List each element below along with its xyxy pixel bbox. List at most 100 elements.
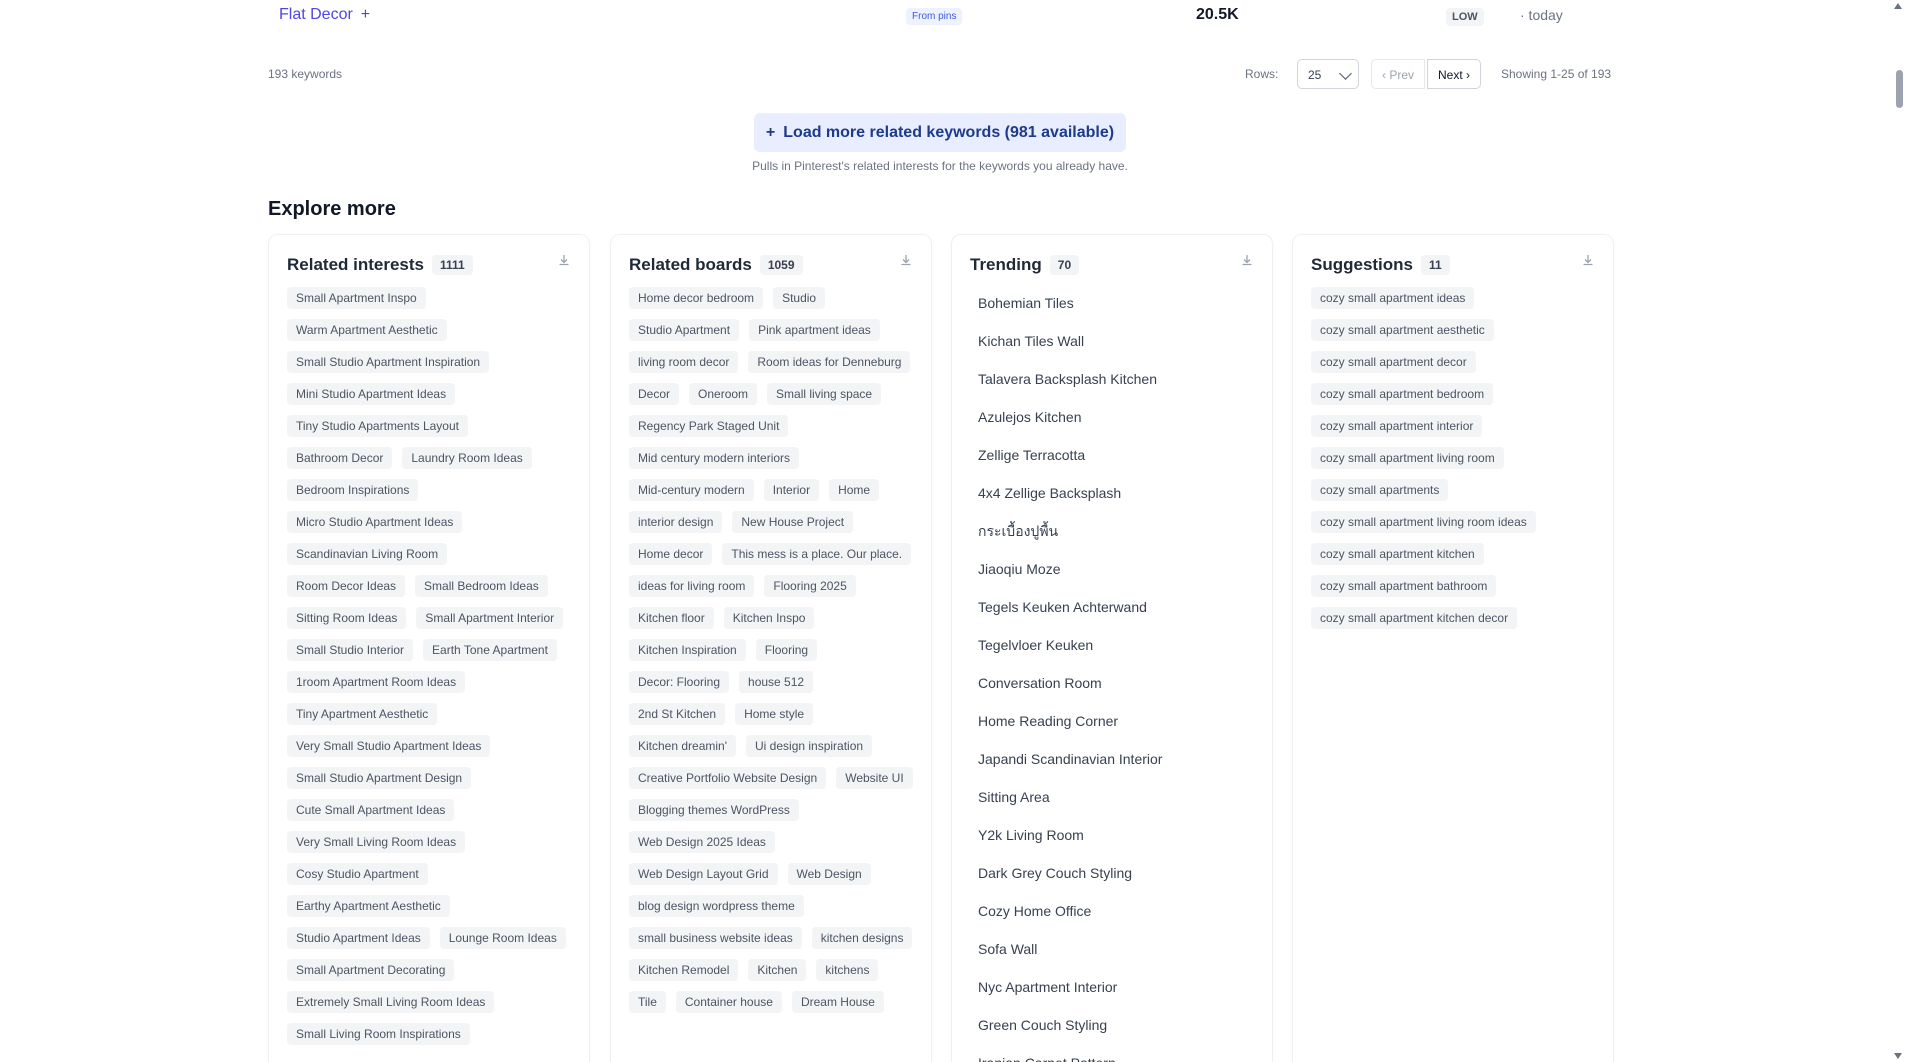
board-tag[interactable]: interior design xyxy=(629,511,723,533)
board-tag[interactable]: Creative Portfolio Website Design xyxy=(629,767,827,789)
next-page-button[interactable]: Next › xyxy=(1427,59,1482,89)
board-tag[interactable]: Flooring 2025 xyxy=(764,575,856,597)
board-tag[interactable]: Decor: Flooring xyxy=(629,671,730,693)
board-tag[interactable]: kitchens xyxy=(816,959,879,981)
trending-item[interactable]: Japandi Scandinavian Interior xyxy=(978,749,1162,787)
board-tag[interactable]: Mid-century modern xyxy=(629,479,754,501)
interest-tag[interactable]: Very Small Living Room Ideas xyxy=(287,831,466,853)
prev-page-button[interactable]: ‹ Prev xyxy=(1371,59,1426,89)
interest-tag[interactable]: Earth Tone Apartment xyxy=(423,639,557,661)
keyword-name[interactable]: Flat Decor + xyxy=(279,6,370,24)
interest-tag[interactable]: Small Studio Apartment Design xyxy=(287,767,472,789)
board-tag[interactable]: Interior xyxy=(763,479,820,501)
board-tag[interactable]: Ui design inspiration xyxy=(746,735,873,757)
trending-item[interactable]: กระเบื้องปูพื้น xyxy=(978,521,1162,559)
interest-tag[interactable]: Tiny Apartment Aesthetic xyxy=(287,703,438,725)
board-tag[interactable]: Small living space xyxy=(767,383,882,405)
interest-tag[interactable]: Sitting Room Ideas xyxy=(287,607,407,629)
download-icon[interactable] xyxy=(1240,253,1254,267)
interest-tag[interactable]: Cute Small Apartment Ideas xyxy=(287,799,455,821)
suggestion-tag[interactable]: cozy small apartment living room xyxy=(1311,447,1504,469)
board-tag[interactable]: living room decor xyxy=(629,351,739,373)
board-tag[interactable]: 2nd St Kitchen xyxy=(629,703,726,725)
interest-tag[interactable]: Bedroom Inspirations xyxy=(287,479,419,501)
board-tag[interactable]: This mess is a place. Our place. xyxy=(722,543,912,565)
download-icon[interactable] xyxy=(1581,253,1595,267)
board-tag[interactable]: Dream House xyxy=(791,991,884,1013)
board-tag[interactable]: Oneroom xyxy=(689,383,758,405)
interest-tag[interactable]: Earthy Apartment Aesthetic xyxy=(287,895,450,917)
scroll-down-icon[interactable] xyxy=(1894,1053,1902,1059)
board-tag[interactable]: Decor xyxy=(629,383,680,405)
suggestion-tag[interactable]: cozy small apartment bedroom xyxy=(1311,383,1494,405)
board-tag[interactable]: blog design wordpress theme xyxy=(629,895,804,917)
load-more-button[interactable]: + Load more related keywords (981 availa… xyxy=(754,113,1126,152)
board-tag[interactable]: Home xyxy=(829,479,880,501)
board-tag[interactable]: Web Design 2025 Ideas xyxy=(629,831,775,853)
trending-item[interactable]: Green Couch Styling xyxy=(978,1015,1162,1053)
suggestion-tag[interactable]: cozy small apartment kitchen decor xyxy=(1311,607,1518,629)
board-tag[interactable]: house 512 xyxy=(739,671,814,693)
trending-item[interactable]: Zellige Terracotta xyxy=(978,445,1162,483)
trending-item[interactable]: Jiaoqiu Moze xyxy=(978,559,1162,597)
rows-per-page-select[interactable]: 25 xyxy=(1297,59,1359,89)
trending-item[interactable]: Conversation Room xyxy=(978,673,1162,711)
board-tag[interactable]: Pink apartment ideas xyxy=(749,319,880,341)
interest-tag[interactable]: Small Apartment Decorating xyxy=(287,959,455,981)
interest-tag[interactable]: Laundry Room Ideas xyxy=(402,447,532,469)
trending-item[interactable]: Sofa Wall xyxy=(978,939,1162,977)
interest-tag[interactable]: Lounge Room Ideas xyxy=(439,927,566,949)
interest-tag[interactable]: Micro Studio Apartment Ideas xyxy=(287,511,463,533)
interest-tag[interactable]: Mini Studio Apartment Ideas xyxy=(287,383,456,405)
board-tag[interactable]: Room ideas for Denneburg xyxy=(748,351,911,373)
trending-item[interactable]: Bohemian Tiles xyxy=(978,293,1162,331)
trending-item[interactable]: Azulejos Kitchen xyxy=(978,407,1162,445)
interest-tag[interactable]: Small Apartment Inspo xyxy=(287,287,426,309)
trending-item[interactable]: Sitting Area xyxy=(978,787,1162,825)
trending-item[interactable]: Dark Grey Couch Styling xyxy=(978,863,1162,901)
trending-item[interactable]: Cozy Home Office xyxy=(978,901,1162,939)
board-tag[interactable]: Studio Apartment xyxy=(629,319,740,341)
board-tag[interactable]: Kitchen Inspo xyxy=(723,607,815,629)
interest-tag[interactable]: Scandinavian Living Room xyxy=(287,543,448,565)
board-tag[interactable]: Studio xyxy=(773,287,826,309)
board-tag[interactable]: Kitchen dreamin' xyxy=(629,735,737,757)
board-tag[interactable]: ideas for living room xyxy=(629,575,755,597)
trending-item[interactable]: Kichan Tiles Wall xyxy=(978,331,1162,369)
board-tag[interactable]: Container house xyxy=(675,991,782,1013)
board-tag[interactable]: Tile xyxy=(629,991,666,1013)
board-tag[interactable]: Regency Park Staged Unit xyxy=(629,415,789,437)
trending-item[interactable]: Talavera Backsplash Kitchen xyxy=(978,369,1162,407)
page-scrollbar[interactable] xyxy=(1892,0,1906,1062)
interest-tag[interactable]: Very Small Studio Apartment Ideas xyxy=(287,735,491,757)
interest-tag[interactable]: Small Apartment Interior xyxy=(416,607,564,629)
board-tag[interactable]: Website UI xyxy=(836,767,913,789)
interest-tag[interactable]: Tiny Studio Apartments Layout xyxy=(287,415,468,437)
trending-item[interactable]: Nyc Apartment Interior xyxy=(978,977,1162,1015)
suggestion-tag[interactable]: cozy small apartment ideas xyxy=(1311,287,1475,309)
scroll-thumb[interactable] xyxy=(1896,70,1903,108)
board-tag[interactable]: Kitchen xyxy=(748,959,807,981)
interest-tag[interactable]: Studio Apartment Ideas xyxy=(287,927,430,949)
interest-tag[interactable]: Room Decor Ideas xyxy=(287,575,406,597)
suggestion-tag[interactable]: cozy small apartment kitchen xyxy=(1311,543,1484,565)
trending-item[interactable]: Tegelvloer Keuken xyxy=(978,635,1162,673)
add-keyword-icon[interactable]: + xyxy=(361,6,370,24)
suggestion-tag[interactable]: cozy small apartment aesthetic xyxy=(1311,319,1494,341)
board-tag[interactable]: Web Design Layout Grid xyxy=(629,863,778,885)
interest-tag[interactable]: Bathroom Decor xyxy=(287,447,393,469)
board-tag[interactable]: kitchen designs xyxy=(811,927,913,949)
board-tag[interactable]: Mid century modern interiors xyxy=(629,447,800,469)
interest-tag[interactable]: Small Studio Interior xyxy=(287,639,414,661)
keyword-name-label[interactable]: Flat Decor xyxy=(279,6,353,24)
trending-item[interactable]: Iranian Carpet Pattern xyxy=(978,1053,1162,1062)
trending-item[interactable]: Tegels Keuken Achterwand xyxy=(978,597,1162,635)
interest-tag[interactable]: Small Living Room Inspirations xyxy=(287,1023,470,1045)
board-tag[interactable]: Web Design xyxy=(787,863,871,885)
suggestion-tag[interactable]: cozy small apartment bathroom xyxy=(1311,575,1497,597)
interest-tag[interactable]: Small Bedroom Ideas xyxy=(415,575,548,597)
scroll-up-icon[interactable] xyxy=(1894,3,1902,9)
board-tag[interactable]: New House Project xyxy=(732,511,854,533)
download-icon[interactable] xyxy=(899,253,913,267)
suggestion-tag[interactable]: cozy small apartments xyxy=(1311,479,1449,501)
